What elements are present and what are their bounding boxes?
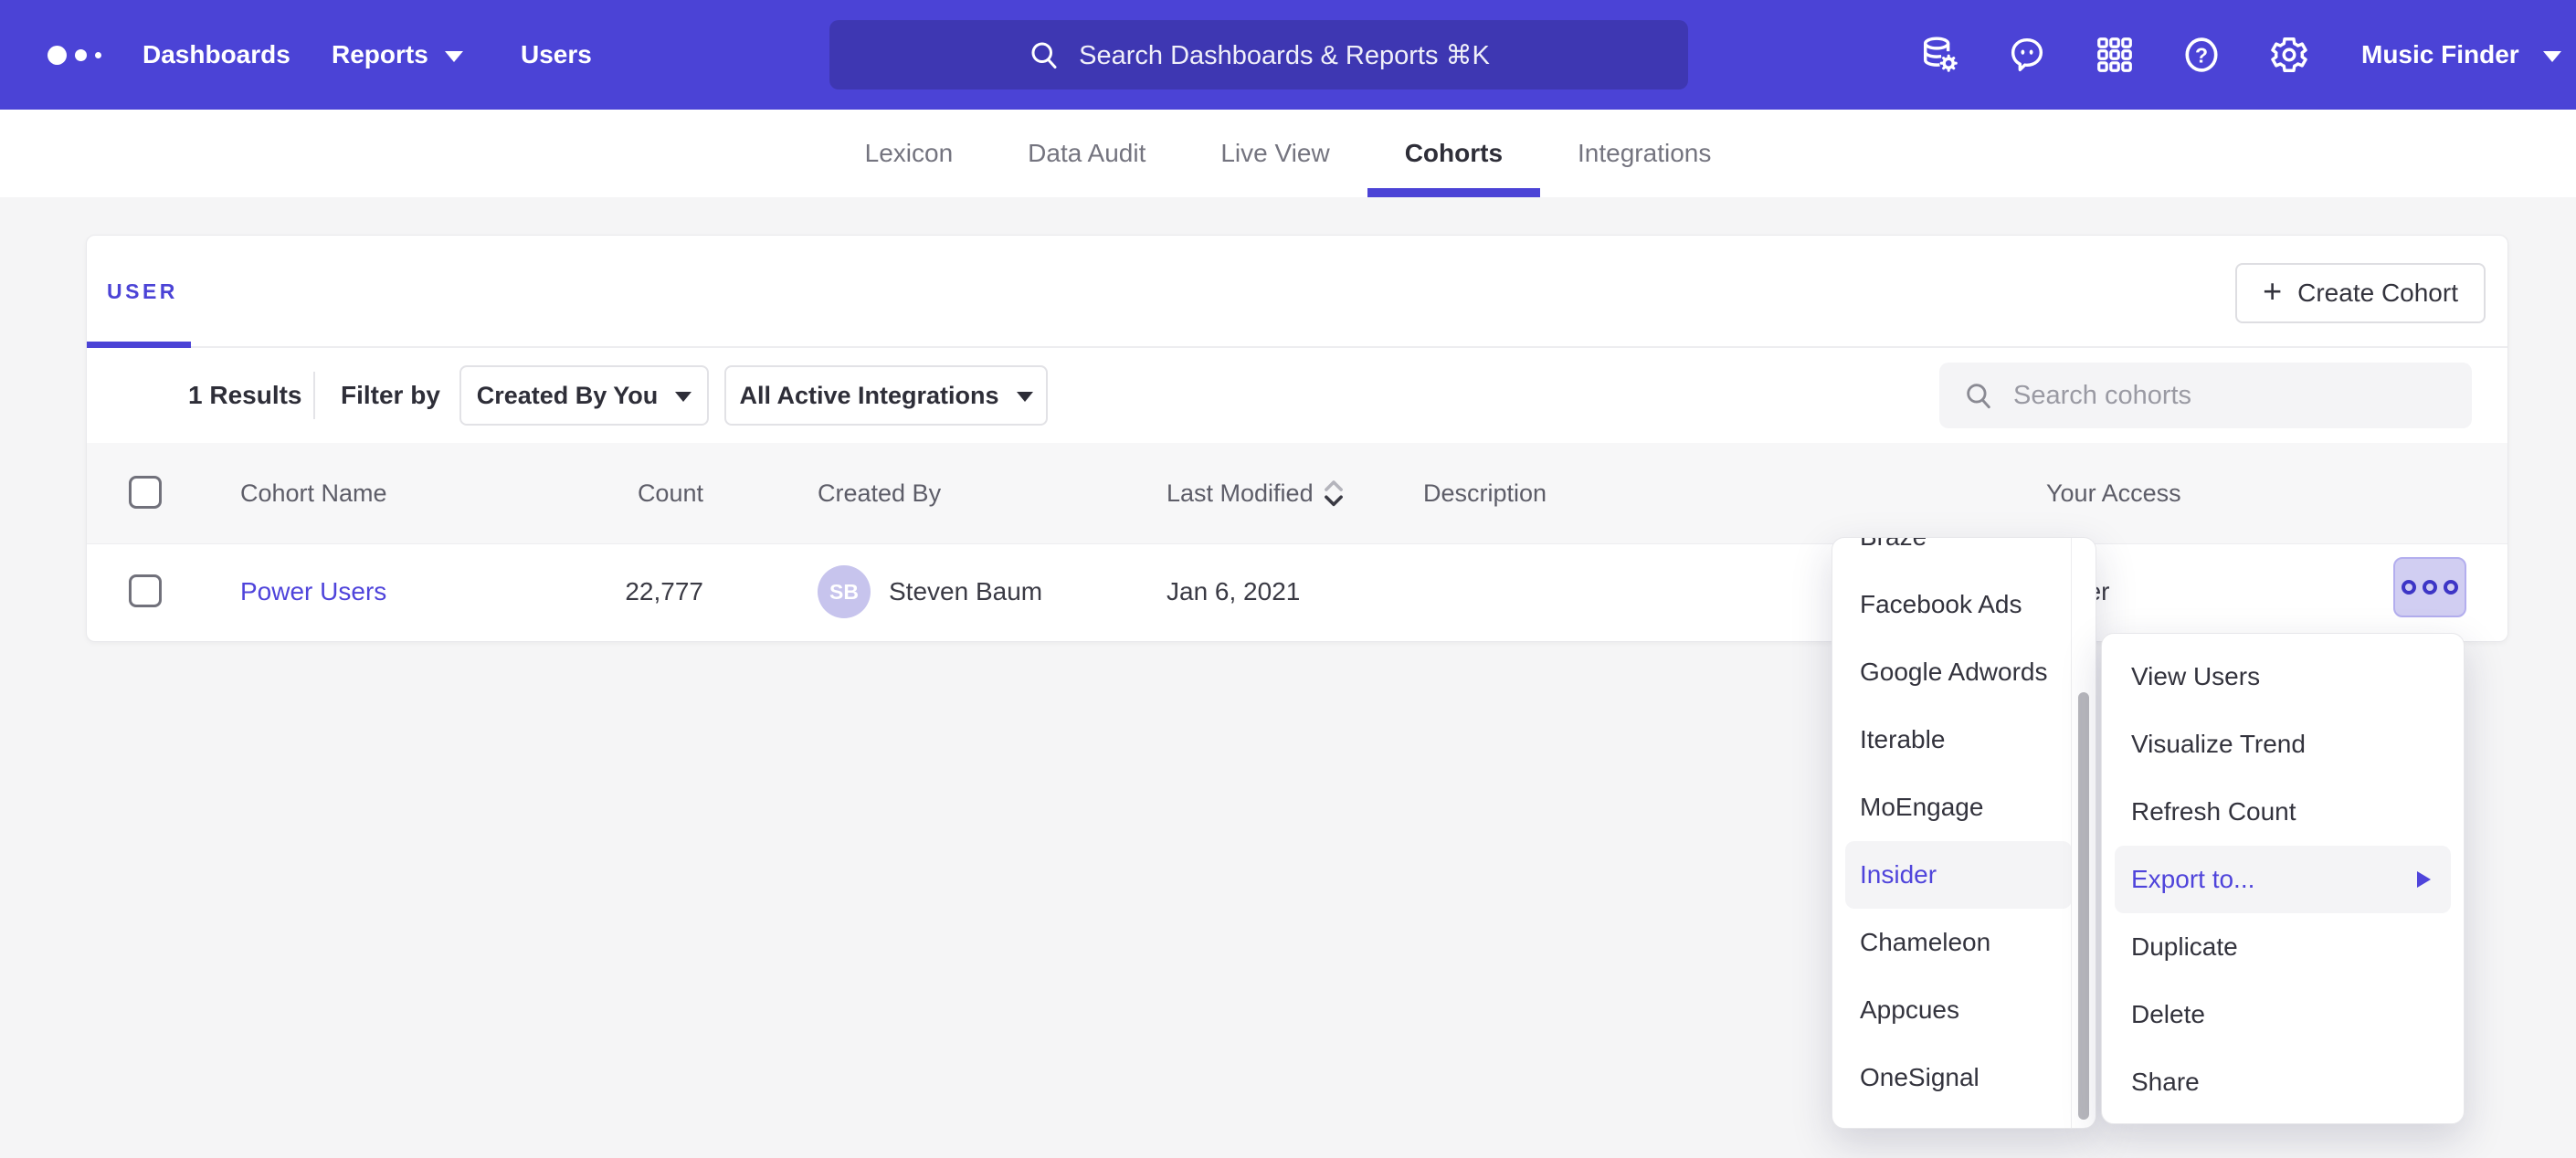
data-management-icon[interactable] — [1919, 34, 1961, 76]
create-cohort-label: Create Cohort — [2297, 279, 2458, 308]
chevron-down-icon — [445, 51, 463, 62]
table-row: Power Users 22,777 SB Steven Baum Jan 6,… — [87, 543, 2507, 638]
menu-item-iterable[interactable]: Iterable — [1832, 706, 2096, 774]
created-by-filter-value: Created By You — [477, 382, 659, 410]
more-options-icon — [2444, 580, 2458, 595]
plus-icon: + — [2263, 275, 2282, 308]
settings-gear-icon[interactable] — [2268, 34, 2310, 76]
row-context-menu: View Users Visualize Trend Refresh Count… — [2101, 633, 2465, 1124]
tab-lexicon[interactable]: Lexicon — [828, 110, 991, 197]
table-header-row: Cohort Name Count Created By Last Modifi… — [87, 443, 2507, 543]
menu-item-refresh-count[interactable]: Refresh Count — [2102, 778, 2464, 846]
nav-dashboards[interactable]: Dashboards — [143, 0, 290, 110]
avatar: SB — [818, 565, 871, 618]
export-destinations-submenu: Braze Facebook Ads Google Adwords Iterab… — [1832, 537, 2096, 1129]
export-to-label: Export to... — [2131, 865, 2254, 893]
tab-integrations[interactable]: Integrations — [1540, 110, 1748, 197]
global-search-input[interactable]: Search Dashboards & Reports ⌘K — [829, 20, 1688, 89]
scrollbar-track — [2071, 538, 2072, 1128]
create-cohort-button[interactable]: + Create Cohort — [2235, 263, 2486, 323]
chevron-right-icon — [2417, 871, 2431, 888]
menu-item-insider[interactable]: Insider — [1845, 841, 2072, 909]
tab-live-view[interactable]: Live View — [1183, 110, 1367, 197]
menu-item-onesignal[interactable]: OneSignal — [1832, 1044, 2096, 1111]
search-icon — [1028, 38, 1061, 71]
logo-dot — [95, 52, 101, 58]
row-checkbox[interactable] — [129, 574, 162, 607]
active-tab-underline — [87, 342, 191, 348]
menu-item-facebook-ads[interactable]: Facebook Ads — [1832, 571, 2096, 638]
search-cohorts-input[interactable]: Search cohorts — [1939, 363, 2472, 428]
account-menu[interactable]: Music Finder — [2361, 0, 2561, 110]
nav-reports[interactable]: Reports — [332, 0, 463, 110]
column-header-your-access[interactable]: Your Access — [2046, 443, 2181, 543]
column-header-count[interactable]: Count — [521, 443, 703, 543]
cohorts-panel-header: USER + Create Cohort — [87, 236, 2507, 348]
divider — [313, 372, 315, 419]
menu-item-braze[interactable]: Braze — [1832, 537, 2096, 571]
menu-item-delete[interactable]: Delete — [2102, 981, 2464, 1048]
more-options-icon — [2423, 580, 2437, 595]
tab-user-cohorts[interactable]: USER — [107, 279, 178, 304]
mixpanel-logo[interactable] — [48, 0, 101, 110]
apps-grid-icon[interactable] — [2094, 34, 2136, 76]
integrations-filter-dropdown[interactable]: All Active Integrations — [724, 365, 1048, 426]
column-header-cohort-name[interactable]: Cohort Name — [240, 443, 387, 543]
chevron-down-icon — [2543, 51, 2561, 62]
top-navbar: Dashboards Reports Users Search Dashboar… — [0, 0, 2576, 110]
menu-item-appcues[interactable]: Appcues — [1832, 976, 2096, 1044]
filter-by-label: Filter by — [341, 348, 440, 443]
logo-dot — [75, 49, 87, 61]
cohorts-panel: USER + Create Cohort 1 Results Filter by… — [86, 235, 2508, 642]
chevron-down-icon — [675, 392, 692, 402]
chevron-down-icon — [1017, 392, 1033, 402]
cohort-count: 22,777 — [521, 544, 703, 639]
menu-item-google-adwords[interactable]: Google Adwords — [1832, 638, 2096, 706]
menu-item-export-to[interactable]: Export to... — [2115, 846, 2451, 913]
column-header-last-modified[interactable]: Last Modified — [1167, 443, 1314, 543]
filter-bar: 1 Results Filter by Created By You All A… — [87, 348, 2507, 443]
created-by-name: Steven Baum — [889, 544, 1042, 639]
tab-cohorts[interactable]: Cohorts — [1367, 110, 1540, 197]
search-icon — [1963, 380, 1994, 411]
section-tabbar: Lexicon Data Audit Live View Cohorts Int… — [0, 110, 2576, 197]
column-header-description[interactable]: Description — [1423, 443, 1547, 543]
tab-data-audit[interactable]: Data Audit — [990, 110, 1183, 197]
select-all-checkbox[interactable] — [129, 476, 162, 509]
cohort-name-link[interactable]: Power Users — [240, 544, 386, 639]
row-actions-button[interactable] — [2393, 557, 2466, 617]
menu-item-duplicate[interactable]: Duplicate — [2102, 913, 2464, 981]
menu-item-chameleon[interactable]: Chameleon — [1832, 909, 2096, 976]
logo-dot — [48, 46, 67, 65]
svg-text:?: ? — [2195, 43, 2208, 67]
scrollbar-thumb[interactable] — [2078, 692, 2089, 1120]
feedback-icon[interactable] — [2006, 34, 2048, 76]
last-modified-date: Jan 6, 2021 — [1167, 544, 1300, 639]
menu-item-visualize-trend[interactable]: Visualize Trend — [2102, 711, 2464, 778]
menu-item-view-users[interactable]: View Users — [2102, 643, 2464, 711]
created-by-filter-dropdown[interactable]: Created By You — [459, 365, 709, 426]
sort-icon[interactable] — [1322, 476, 1346, 512]
help-icon[interactable]: ? — [2180, 34, 2222, 76]
integrations-filter-value: All Active Integrations — [739, 382, 998, 410]
nav-users[interactable]: Users — [521, 0, 592, 110]
more-options-icon — [2402, 580, 2416, 595]
column-header-created-by[interactable]: Created By — [818, 443, 941, 543]
export-destinations-list: Braze Facebook Ads Google Adwords Iterab… — [1832, 537, 2096, 1111]
search-cohorts-placeholder: Search cohorts — [2013, 381, 2191, 411]
menu-item-share[interactable]: Share — [2102, 1048, 2464, 1116]
menu-item-moengage[interactable]: MoEngage — [1832, 774, 2096, 841]
results-count: 1 Results — [188, 348, 302, 443]
global-search-placeholder: Search Dashboards & Reports ⌘K — [1079, 39, 1490, 71]
